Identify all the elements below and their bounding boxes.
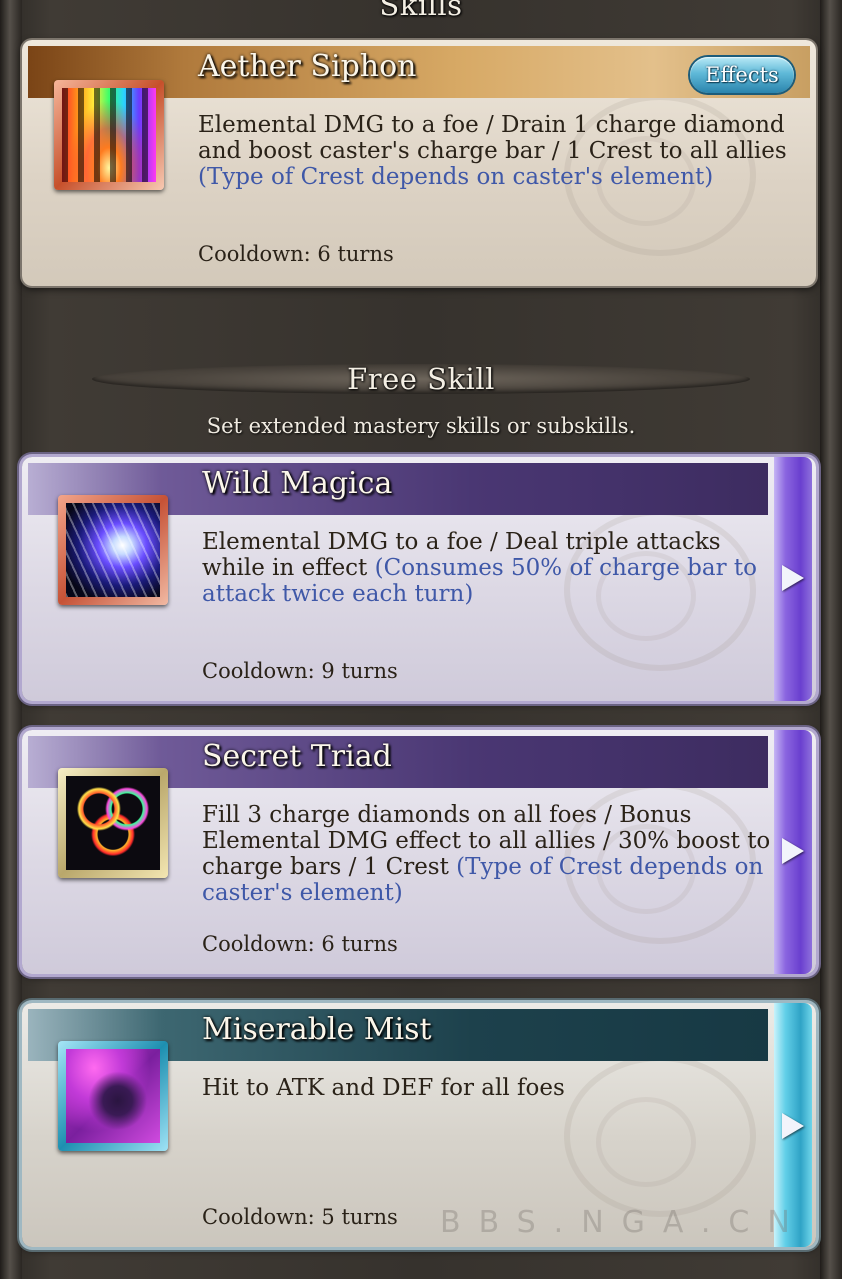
effects-button[interactable]: Effects (690, 57, 794, 93)
play-arrow-icon (782, 565, 804, 591)
skill-name: Miserable Mist (202, 1012, 432, 1047)
skill-cooldown: Cooldown: 6 turns (202, 932, 398, 956)
skill-name: Secret Triad (202, 739, 392, 774)
skill-icon-frame (54, 80, 164, 190)
skill-hint-text: (Type of Crest depends on caster's eleme… (198, 164, 714, 190)
free-skill-header: Free Skill (347, 362, 495, 396)
card-flourish (596, 1097, 696, 1187)
skill-cooldown: Cooldown: 6 turns (198, 242, 394, 266)
play-arrow-icon (782, 1113, 804, 1139)
triple-ring-icon (66, 776, 160, 870)
select-skill-tab[interactable] (774, 457, 812, 701)
right-frame (820, 0, 842, 1279)
skill-name: Wild Magica (202, 466, 393, 501)
shard-burst-icon (66, 503, 160, 597)
skill-description: Hit to ATK and DEF for all foes (202, 1075, 782, 1101)
skill-name: Aether Siphon (198, 49, 417, 84)
skill-effect-text: Elemental DMG to a foe / Drain 1 charge … (198, 112, 787, 164)
skill-card-aether-siphon: Aether Siphon Effects Elemental DMG to a… (22, 40, 816, 286)
skills-header: Skills (379, 0, 463, 22)
left-frame (0, 0, 22, 1279)
mist-figure-icon (66, 1049, 160, 1143)
watermark-text: BBS.NGA.CN (440, 1205, 808, 1240)
free-skill-subtitle: Set extended mastery skills or subskills… (206, 414, 636, 438)
skill-icon-frame (58, 1041, 168, 1151)
rainbow-pillar-icon (62, 88, 156, 182)
skill-description: Fill 3 charge diamonds on all foes / Bon… (202, 802, 782, 906)
skill-card-secret-triad[interactable]: Secret Triad Fill 3 charge diamonds on a… (22, 730, 816, 974)
play-arrow-icon (782, 838, 804, 864)
skill-cooldown: Cooldown: 9 turns (202, 659, 398, 683)
skill-description: Elemental DMG to a foe / Deal triple att… (202, 529, 782, 607)
skill-description: Elemental DMG to a foe / Drain 1 charge … (198, 112, 798, 190)
select-skill-tab[interactable] (774, 730, 812, 974)
skill-icon-frame (58, 495, 168, 605)
skill-icon-frame (58, 768, 168, 878)
skill-card-wild-magica[interactable]: Wild Magica Elemental DMG to a foe / Dea… (22, 457, 816, 701)
skill-effect-text: Hit to ATK and DEF for all foes (202, 1075, 565, 1101)
skill-cooldown: Cooldown: 5 turns (202, 1205, 398, 1229)
